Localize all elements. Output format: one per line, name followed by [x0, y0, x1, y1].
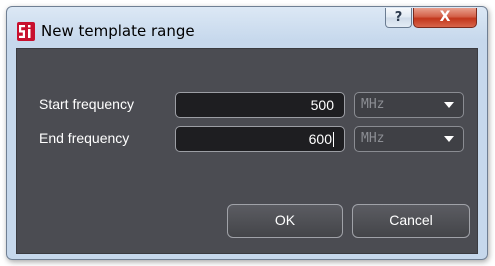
close-button[interactable]: X: [413, 8, 477, 28]
end-frequency-unit-select[interactable]: MHz: [354, 126, 464, 152]
si-logo-icon: [17, 22, 35, 41]
end-frequency-label: End frequency: [39, 130, 130, 146]
start-frequency-value: 500: [310, 97, 334, 113]
dialog-content: Start frequency 500 MHz End frequency 60…: [16, 48, 478, 254]
start-frequency-unit-select[interactable]: MHz: [354, 92, 464, 118]
end-frequency-value: 600: [308, 131, 332, 147]
title-bar[interactable]: New template range ? X: [7, 7, 487, 47]
start-frequency-input[interactable]: 500: [175, 92, 345, 118]
dialog-title: New template range: [41, 22, 195, 40]
close-icon: X: [439, 9, 451, 25]
help-icon: ?: [394, 10, 403, 25]
start-frequency-row: Start frequency 500 MHz: [17, 92, 477, 118]
help-button[interactable]: ?: [385, 8, 412, 28]
start-frequency-label: Start frequency: [39, 96, 134, 112]
end-frequency-row: End frequency 600 MHz: [17, 126, 477, 152]
end-frequency-input[interactable]: 600: [175, 126, 345, 152]
end-frequency-unit: MHz: [361, 131, 385, 146]
chevron-down-icon: [444, 136, 454, 142]
start-frequency-unit: MHz: [361, 97, 385, 112]
dialog-window: New template range ? X Start frequency 5…: [6, 6, 488, 260]
ok-button[interactable]: OK: [227, 204, 343, 238]
chevron-down-icon: [444, 102, 454, 108]
text-caret: [333, 132, 334, 147]
cancel-button[interactable]: Cancel: [352, 204, 470, 238]
